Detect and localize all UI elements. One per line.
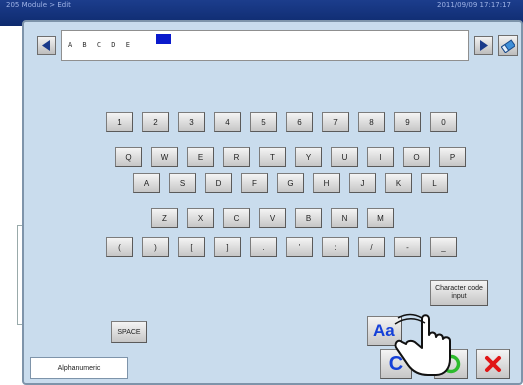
cursor-left-button[interactable] xyxy=(37,36,56,55)
key-2-4[interactable]: G xyxy=(277,173,304,193)
key-4-0[interactable]: ( xyxy=(106,237,133,257)
key-2-5[interactable]: H xyxy=(313,173,340,193)
text-input-field[interactable]: A B C D E xyxy=(61,30,469,61)
input-mode-tab[interactable]: Alphanumeric xyxy=(30,357,128,379)
key-3-3[interactable]: V xyxy=(259,208,286,228)
key-4-5[interactable]: ' xyxy=(286,237,313,257)
key-0-1[interactable]: 2 xyxy=(142,112,169,132)
key-0-3[interactable]: 4 xyxy=(214,112,241,132)
key-3-1[interactable]: X xyxy=(187,208,214,228)
key-2-7[interactable]: K xyxy=(385,173,412,193)
left-arrow-icon xyxy=(42,40,50,51)
key-3-5[interactable]: N xyxy=(331,208,358,228)
window-title: 205 Module > Edit xyxy=(6,1,71,9)
window-clock: 2011/09/09 17:17:17 xyxy=(436,1,511,9)
right-arrow-icon xyxy=(480,40,488,51)
key-2-6[interactable]: J xyxy=(349,173,376,193)
key-0-4[interactable]: 5 xyxy=(250,112,277,132)
key-3-4[interactable]: B xyxy=(295,208,322,228)
cancel-button[interactable] xyxy=(476,349,510,379)
key-0-7[interactable]: 8 xyxy=(358,112,385,132)
key-0-2[interactable]: 3 xyxy=(178,112,205,132)
key-4-6[interactable]: : xyxy=(322,237,349,257)
key-0-5[interactable]: 6 xyxy=(286,112,313,132)
key-2-2[interactable]: D xyxy=(205,173,232,193)
key-1-0[interactable]: Q xyxy=(115,147,142,167)
key-4-8[interactable]: - xyxy=(394,237,421,257)
key-1-8[interactable]: O xyxy=(403,147,430,167)
key-2-0[interactable]: A xyxy=(133,173,160,193)
key-1-9[interactable]: P xyxy=(439,147,466,167)
key-2-8[interactable]: L xyxy=(421,173,448,193)
input-value: A B C D E xyxy=(68,41,133,49)
key-1-2[interactable]: E xyxy=(187,147,214,167)
eraser-button[interactable] xyxy=(498,35,518,56)
key-3-2[interactable]: C xyxy=(223,208,250,228)
key-4-3[interactable]: ] xyxy=(214,237,241,257)
key-1-5[interactable]: Y xyxy=(295,147,322,167)
touch-hand-icon xyxy=(394,313,451,376)
key-4-1[interactable]: ) xyxy=(142,237,169,257)
key-1-1[interactable]: W xyxy=(151,147,178,167)
key-1-4[interactable]: T xyxy=(259,147,286,167)
key-4-2[interactable]: [ xyxy=(178,237,205,257)
cursor-right-button[interactable] xyxy=(474,36,493,55)
key-0-6[interactable]: 7 xyxy=(322,112,349,132)
eraser-icon xyxy=(501,39,515,53)
key-3-0[interactable]: Z xyxy=(151,208,178,228)
character-code-input-button[interactable]: Character code input xyxy=(430,280,488,306)
key-2-3[interactable]: F xyxy=(241,173,268,193)
key-1-7[interactable]: I xyxy=(367,147,394,167)
key-4-9[interactable]: _ xyxy=(430,237,457,257)
key-0-8[interactable]: 9 xyxy=(394,112,421,132)
space-button[interactable]: SPACE xyxy=(111,321,147,343)
key-4-7[interactable]: / xyxy=(358,237,385,257)
text-cursor xyxy=(156,34,171,44)
key-4-4[interactable]: . xyxy=(250,237,277,257)
key-0-9[interactable]: 0 xyxy=(430,112,457,132)
key-0-0[interactable]: 1 xyxy=(106,112,133,132)
key-2-1[interactable]: S xyxy=(169,173,196,193)
close-icon xyxy=(485,356,501,372)
key-1-3[interactable]: R xyxy=(223,147,250,167)
key-3-6[interactable]: M xyxy=(367,208,394,228)
key-1-6[interactable]: U xyxy=(331,147,358,167)
